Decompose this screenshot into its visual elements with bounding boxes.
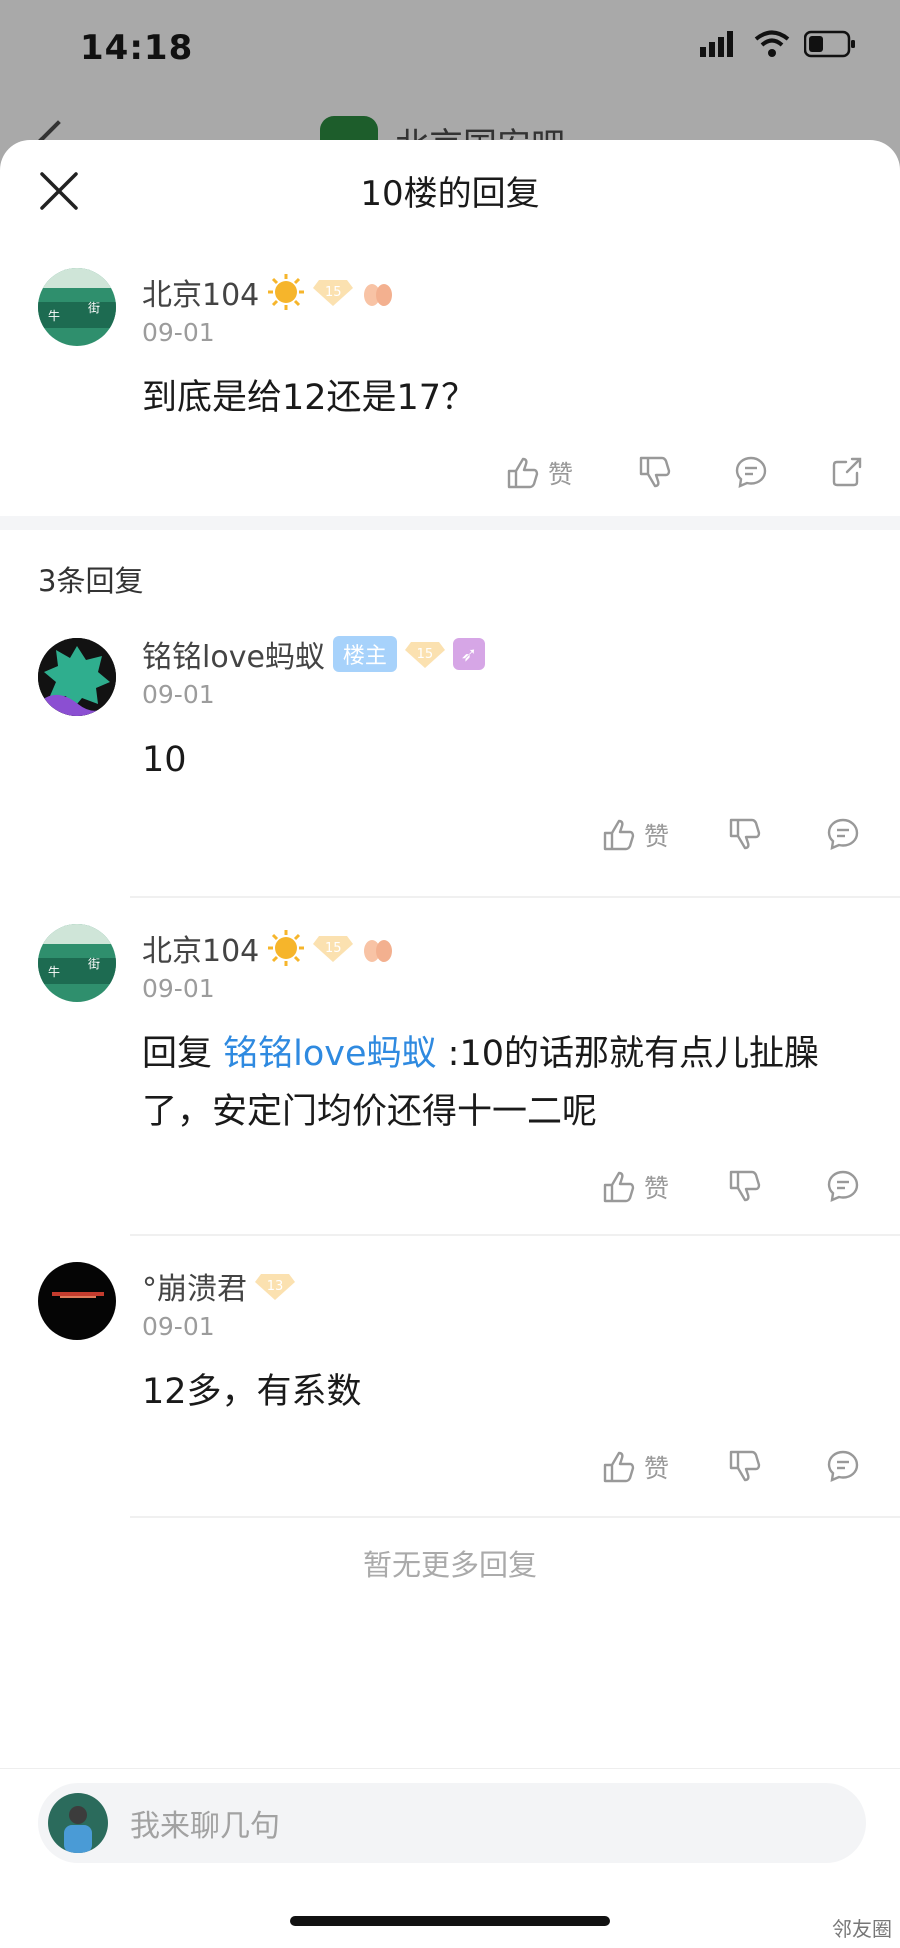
like-button[interactable]: 赞 (602, 817, 669, 853)
level-diamond-icon: 15 (313, 278, 354, 306)
like-label: 赞 (644, 1174, 670, 1203)
input-placeholder: 我来聊几句 (130, 1809, 280, 1844)
like-button[interactable]: 赞 (602, 1449, 669, 1485)
watermark: 邻友圈 (832, 1917, 892, 1941)
user-row: 北京104 15 (142, 268, 870, 316)
share-icon (832, 457, 862, 487)
home-indicator (290, 1916, 610, 1926)
like-label: 赞 (644, 1454, 670, 1483)
reply-button[interactable] (826, 1449, 860, 1483)
thumbs-up-icon (507, 457, 539, 489)
divider (130, 1234, 900, 1236)
reply-button[interactable] (734, 455, 768, 489)
username[interactable]: °崩溃君 (142, 1264, 247, 1308)
input-bar: 我来聊几句 邻友圈 (0, 1768, 900, 1948)
comment-actions: 赞 (142, 1159, 870, 1229)
hands-badge-icon (364, 284, 393, 306)
dislike-button[interactable] (728, 817, 762, 851)
sun-emoji-icon (268, 274, 305, 310)
reply-prefix: 回复 (142, 1034, 224, 1074)
dislike-button[interactable] (728, 1169, 762, 1203)
comment-content: 到底是给12还是17？ (142, 378, 477, 418)
thumbs-up-icon (603, 1171, 635, 1203)
like-button[interactable]: 赞 (506, 455, 573, 491)
thread-owner-badge: 楼主 (332, 636, 397, 672)
avatar[interactable] (38, 638, 116, 716)
thumbs-down-icon (729, 1170, 761, 1202)
dislike-button[interactable] (638, 455, 672, 489)
reply-button[interactable] (826, 817, 860, 851)
comment-date: 09-01 (142, 318, 215, 347)
thumbs-up-icon (603, 1451, 635, 1483)
reply-item: 铭铭love蚂蚁 楼主 15 ➶ 09-01 10 赞 (0, 524, 900, 877)
comment-content: 回复 铭铭love蚂蚁 :10的话那就有点儿扯臊了，安定门均价还得十一二呢 (142, 1025, 870, 1141)
level-diamond-icon: 13 (255, 1272, 295, 1300)
reply-item: °崩溃君 13 09-01 12多，有系数 赞 (0, 1262, 900, 1509)
user-row: °崩溃君 13 (142, 1262, 870, 1310)
sheet-title: 10楼的回复 (360, 174, 540, 214)
battery-icon (804, 30, 855, 58)
avatar[interactable]: 牛 街 (38, 924, 116, 1002)
comment-icon (827, 818, 859, 850)
avatar[interactable] (38, 1262, 116, 1340)
like-label: 赞 (644, 822, 670, 851)
svg-text:牛: 牛 (48, 964, 60, 979)
reply-to-user-link[interactable]: 铭铭love蚂蚁 (223, 1034, 436, 1074)
thumbs-down-icon (729, 1450, 761, 1482)
comment-icon (735, 456, 767, 488)
comment-actions: 赞 (142, 1439, 870, 1509)
user-row: 北京104 15 (142, 924, 870, 972)
divider (130, 896, 900, 898)
hands-badge-icon (364, 940, 393, 962)
comment-actions: 赞 (142, 807, 870, 877)
status-time: 14:18 (80, 28, 194, 68)
comment-date: 09-01 (142, 974, 215, 1003)
status-bar: 14:18 (0, 0, 900, 100)
svg-text:街: 街 (88, 301, 100, 315)
no-more-replies: 暂无更多回复 (362, 1548, 537, 1582)
username[interactable]: 北京104 (142, 270, 259, 314)
status-icons (700, 30, 856, 58)
reply-button[interactable] (826, 1169, 860, 1203)
thumbs-down-icon (639, 456, 671, 488)
like-button[interactable]: 赞 (602, 1169, 669, 1205)
comment-actions: 赞 (142, 445, 870, 515)
my-avatar (48, 1793, 108, 1853)
cellular-signal-icon (700, 31, 733, 57)
comment-date: 09-01 (142, 1312, 215, 1341)
avatar[interactable]: 牛 街 (38, 268, 116, 346)
thumbs-up-icon (603, 819, 635, 851)
share-button[interactable] (830, 455, 864, 489)
user-row: 铭铭love蚂蚁 楼主 15 ➶ (142, 630, 870, 678)
like-label: 赞 (548, 460, 574, 489)
sagittarius-badge-icon: ➶ (452, 638, 485, 670)
comment-input[interactable]: 我来聊几句 (38, 1783, 866, 1863)
reply-sheet: 10楼的回复 牛 街 北京104 15 09-01 到底是给12还是17？ 赞 … (0, 140, 900, 1948)
thumbs-down-icon (729, 818, 761, 850)
comment-date: 09-01 (142, 680, 215, 709)
divider (130, 1516, 900, 1518)
comment-icon (827, 1450, 859, 1482)
dislike-button[interactable] (728, 1449, 762, 1483)
main-comment: 牛 街 北京104 15 09-01 到底是给12还是17？ 赞 (0, 268, 900, 515)
comment-icon (827, 1170, 859, 1202)
level-diamond-icon: 15 (313, 934, 354, 962)
reply-item: 牛 街 北京104 15 09-01 回复 铭铭love蚂蚁 :10的话那就有点… (0, 924, 900, 1229)
comment-content: 10 (142, 740, 187, 780)
comment-content: 12多，有系数 (142, 1372, 362, 1412)
sun-emoji-icon (268, 930, 305, 966)
wifi-icon (754, 30, 790, 57)
level-diamond-icon: 15 (404, 640, 445, 668)
username[interactable]: 北京104 (142, 926, 259, 970)
svg-text:街: 街 (88, 957, 100, 971)
svg-text:牛: 牛 (48, 308, 60, 323)
username[interactable]: 铭铭love蚂蚁 (142, 632, 325, 676)
sheet-header: 10楼的回复 (0, 140, 900, 238)
